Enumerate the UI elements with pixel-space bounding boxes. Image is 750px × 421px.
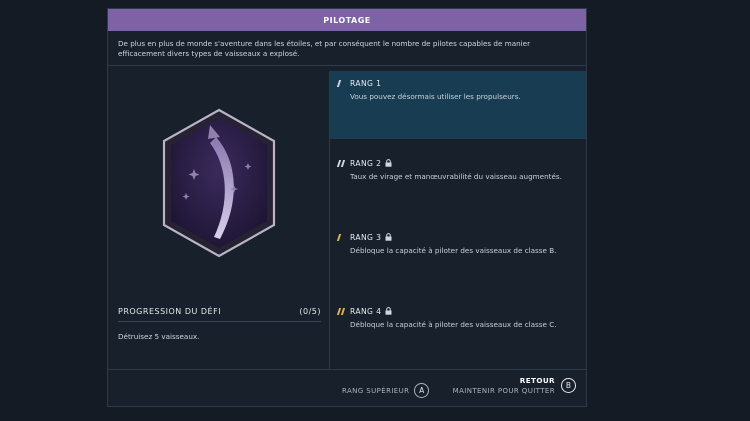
rank-text: Vous pouvez désormais utiliser les propu… (350, 92, 521, 101)
challenge-progress-header: PROGRESSION DU DÉFI (0/5) (118, 307, 321, 322)
challenge-description: Détruisez 5 vaisseaux. (118, 332, 200, 341)
rank-tier-bar (340, 160, 345, 167)
rank-up-label: RANG SUPÉRIEUR (342, 386, 410, 395)
rank-up-button[interactable]: RANG SUPÉRIEUR A (342, 383, 430, 398)
skill-overview: PROGRESSION DU DÉFI (0/5) Détruisez 5 va… (108, 71, 330, 369)
rank-bars (336, 234, 342, 241)
rank-tier-bar (340, 308, 345, 315)
rank-text: Taux de virage et manœuvrabilité du vais… (350, 172, 562, 181)
a-button-icon: A (414, 383, 430, 398)
rank-label: RANG 4 (350, 306, 382, 316)
rank-tier-bar (336, 80, 342, 87)
skill-description: De plus en plus de monde s'aventure dans… (108, 31, 586, 66)
piloting-emblem-icon (162, 108, 276, 258)
back-hint: MAINTENIR POUR QUITTER (452, 387, 555, 395)
rank-label: RANG 1 (350, 78, 382, 88)
lock-icon (385, 307, 392, 315)
skill-content: PROGRESSION DU DÉFI (0/5) Détruisez 5 va… (108, 71, 586, 369)
rank-1[interactable]: RANG 1 Vous pouvez désormais utiliser le… (330, 71, 586, 139)
rank-label: RANG 2 (350, 158, 382, 168)
back-label: RETOUR (519, 376, 555, 385)
rank-text: Débloque la capacité à piloter des vaiss… (350, 320, 557, 329)
rank-tier-bar (336, 234, 342, 241)
rank-bars (336, 160, 345, 167)
challenge-title: PROGRESSION DU DÉFI (118, 307, 222, 316)
back-button[interactable]: RETOUR MAINTENIR POUR QUITTER B (453, 376, 576, 395)
skill-title: PILOTAGE (323, 15, 371, 25)
b-button-icon: B (561, 378, 576, 393)
challenge-count: (0/5) (299, 307, 321, 316)
lock-icon (385, 159, 392, 167)
skill-header: PILOTAGE (108, 9, 586, 31)
button-prompts: RANG SUPÉRIEUR A RETOUR MAINTENIR POUR Q… (108, 369, 586, 408)
rank-4[interactable]: RANG 4 Débloque la capacité à piloter de… (330, 299, 586, 330)
rank-list: RANG 1 Vous pouvez désormais utiliser le… (330, 71, 586, 369)
skill-panel: PILOTAGE De plus en plus de monde s'aven… (107, 8, 587, 407)
rank-bars (336, 308, 345, 315)
rank-2[interactable]: RANG 2 Taux de virage et manœuvrabilité … (330, 151, 586, 182)
rank-bars (336, 80, 342, 87)
rank-label: RANG 3 (350, 232, 382, 242)
rank-text: Débloque la capacité à piloter des vaiss… (350, 246, 557, 255)
rank-3[interactable]: RANG 3 Débloque la capacité à piloter de… (330, 225, 586, 256)
lock-icon (385, 233, 392, 241)
